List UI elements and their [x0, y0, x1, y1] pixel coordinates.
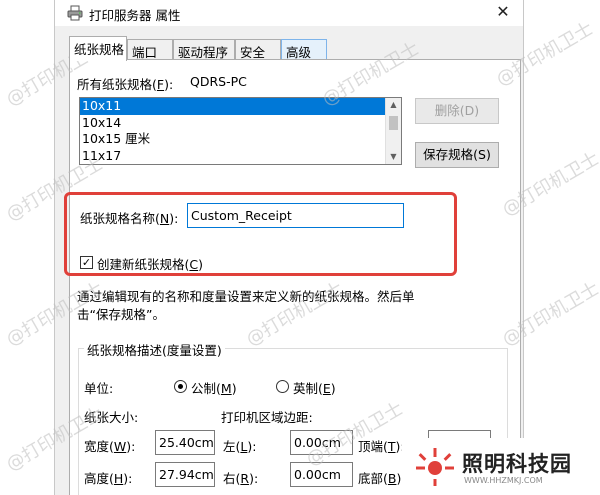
- brand-mark-icon: [416, 448, 454, 486]
- list-item[interactable]: 10x14: [80, 115, 386, 132]
- printer-icon: [67, 5, 83, 21]
- brand-url: WWW.HHZMKJ.COM: [464, 476, 543, 485]
- tab-advanced[interactable]: 高级: [281, 39, 327, 60]
- close-button[interactable]: ✕: [483, 0, 523, 26]
- width-label: 宽度(W):: [84, 439, 136, 454]
- english-radio[interactable]: [276, 380, 289, 393]
- list-scrollbar[interactable]: ▲ ▼: [385, 98, 401, 164]
- tab-strip: 纸张规格 端口 驱动程序 安全 高级: [69, 36, 509, 61]
- description-line-2: 击“保存规格”。: [77, 307, 165, 322]
- left-margin-input[interactable]: 0.00cm: [290, 430, 353, 455]
- metric-label: 公制(M): [191, 381, 237, 396]
- forms-tab-panel: 所有纸张规格(F): QDRS-PC 10x11 10x14 10x15 厘米 …: [69, 59, 521, 495]
- brand-name: 照明科技园: [462, 452, 572, 476]
- width-input[interactable]: 25.40cm: [155, 430, 215, 455]
- tab-security[interactable]: 安全: [235, 39, 281, 60]
- group-title: 纸张规格描述(度量设置): [84, 340, 225, 359]
- list-item[interactable]: 10x11: [80, 98, 386, 115]
- tab-ports[interactable]: 端口: [127, 39, 173, 60]
- all-forms-label: 所有纸张规格(F):: [77, 77, 174, 92]
- english-label: 英制(E): [293, 381, 336, 396]
- height-label: 高度(H):: [84, 471, 133, 486]
- server-name: QDRS-PC: [190, 74, 247, 89]
- paper-size-label: 纸张大小:: [84, 410, 139, 425]
- brand-logo: 照明科技园 WWW.HHZMKJ.COM: [402, 438, 600, 495]
- units-label: 单位:: [84, 381, 114, 396]
- title-bar[interactable]: 打印服务器 属性 ✕: [55, 0, 523, 26]
- right-margin-input[interactable]: 0.00cm: [290, 462, 353, 487]
- description-line-1: 通过编辑现有的名称和度量设置来定义新的纸张规格。然后单: [77, 289, 415, 304]
- printer-margins-label: 打印机区域边距:: [221, 410, 313, 425]
- metric-radio[interactable]: [174, 380, 187, 393]
- scroll-thumb[interactable]: [389, 116, 398, 130]
- tab-forms[interactable]: 纸张规格: [69, 36, 127, 61]
- top-margin-label: 顶端(T):: [358, 439, 405, 454]
- list-item[interactable]: 11x17: [80, 148, 386, 165]
- radio-selected-dot: [178, 384, 183, 389]
- save-form-button[interactable]: 保存规格(S): [415, 142, 499, 168]
- highlight-annotation-box: [64, 192, 457, 276]
- window-title: 打印服务器 属性: [89, 8, 181, 23]
- scroll-down-icon[interactable]: ▼: [386, 150, 401, 164]
- delete-button[interactable]: 删除(D): [415, 98, 499, 124]
- height-input[interactable]: 27.94cm: [155, 462, 215, 487]
- bottom-margin-label: 底部(B): [358, 471, 402, 486]
- tab-drivers[interactable]: 驱动程序: [173, 39, 235, 60]
- right-margin-label: 右(R):: [223, 471, 259, 486]
- forms-listbox[interactable]: 10x11 10x14 10x15 厘米 11x17 ▲ ▼: [79, 97, 402, 165]
- list-item[interactable]: 10x15 厘米: [80, 131, 386, 148]
- scroll-up-icon[interactable]: ▲: [386, 98, 401, 112]
- left-margin-label: 左(L):: [223, 439, 257, 454]
